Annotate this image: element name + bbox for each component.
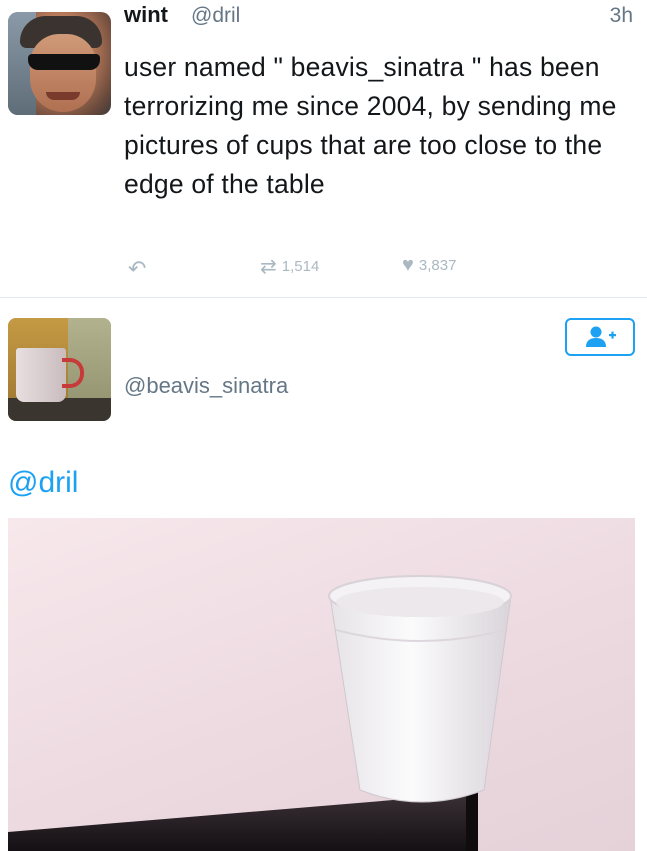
author-avatar[interactable] [8,12,111,115]
cup-photo [8,518,635,851]
author-name[interactable]: wint [124,2,168,28]
follow-button[interactable] [565,318,635,356]
divider [0,297,647,298]
retweet-button[interactable]: ⇄ 1,514 [260,254,319,279]
retweet-count: 1,514 [281,258,320,275]
cup-on-table-image [8,575,512,851]
profile-handle[interactable]: @beavis_sinatra [124,373,288,399]
like-button[interactable]: ♥ 3,837 [402,254,456,277]
profile-avatar[interactable] [8,318,111,421]
tweet: wint @dril 3h user named " beavis_sinatr… [0,0,647,298]
tweet-text: user named " beavis_sinatra " has been t… [124,52,617,199]
like-count: 3,837 [418,257,457,274]
reply-icon[interactable]: ↶ [128,256,146,282]
add-user-icon [586,326,616,347]
tweet-timestamp[interactable]: 3h [610,4,633,28]
tweet-actions: ↶ ⇄ 1,514 ♥ 3,837 [124,252,604,282]
retweet-icon: ⇄ [260,256,277,278]
mention-link[interactable]: @dril [8,466,78,500]
heart-icon: ♥ [402,254,414,276]
author-handle[interactable]: @dril [191,4,240,28]
